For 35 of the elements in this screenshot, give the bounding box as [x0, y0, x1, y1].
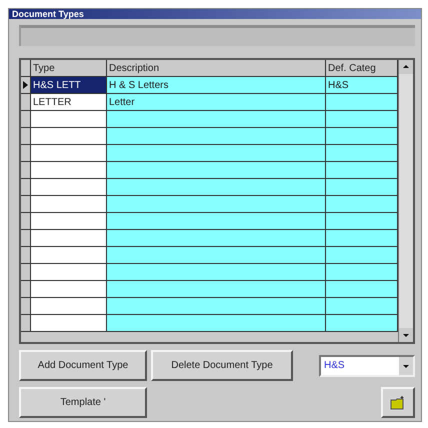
row-indicator[interactable]	[21, 247, 31, 264]
folder-icon	[390, 396, 406, 410]
row-indicator[interactable]	[21, 298, 31, 315]
row-indicator[interactable]	[21, 111, 31, 128]
scrollbar[interactable]	[398, 60, 413, 342]
row-indicator[interactable]	[21, 94, 31, 111]
scroll-up-icon[interactable]	[399, 60, 413, 74]
window-title: Document Types	[9, 9, 421, 19]
delete-document-type-button[interactable]: Delete Document Type	[151, 350, 293, 381]
table-cell: H & S Letters	[107, 77, 326, 94]
row-indicator[interactable]	[21, 162, 31, 179]
row-indicator[interactable]	[21, 230, 31, 247]
row-indicator[interactable]	[21, 196, 31, 213]
row-indicator[interactable]	[21, 264, 31, 281]
template-button[interactable]: Template '	[19, 387, 147, 418]
row-pointer-icon	[23, 81, 28, 89]
row-indicator[interactable]	[21, 179, 31, 196]
scroll-down-icon[interactable]	[399, 328, 413, 342]
table-cell: H&S	[326, 77, 398, 94]
column-header[interactable]: Type	[31, 60, 107, 77]
row-indicator[interactable]	[21, 128, 31, 145]
table-cell: LETTER	[31, 94, 107, 111]
folder-button[interactable]	[381, 387, 415, 418]
row-indicator[interactable]	[21, 281, 31, 298]
row-indicator[interactable]	[21, 213, 31, 230]
row-indicator[interactable]	[21, 145, 31, 162]
row-indicator[interactable]	[21, 315, 31, 332]
column-header[interactable]: Description	[107, 60, 326, 77]
category-dropdown[interactable]: H&S	[319, 354, 415, 376]
table-cell: H&S LETT	[31, 77, 107, 94]
table-cell: Letter	[107, 94, 326, 111]
row-indicator[interactable]	[21, 77, 31, 94]
table-cell	[326, 94, 398, 111]
add-document-type-button[interactable]: Add Document Type	[19, 350, 147, 381]
column-header[interactable]: Def. Categ	[326, 60, 398, 77]
